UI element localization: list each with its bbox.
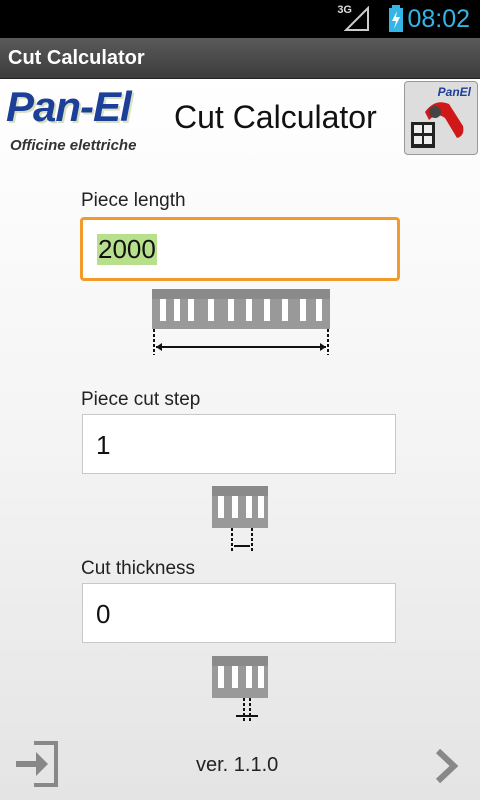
piece-length-diagram — [152, 289, 330, 355]
status-bar: 3G 08:02 — [0, 0, 480, 38]
cut-step-diagram — [212, 486, 268, 552]
page-title: Cut Calculator — [174, 99, 377, 135]
main-content: Pan-El Officine elettriche Cut Calculato… — [0, 79, 480, 800]
exit-icon[interactable] — [14, 739, 60, 789]
panel-logo: Pan-El Officine elettriche — [6, 83, 152, 157]
version-label: ver. 1.1.0 — [196, 754, 279, 776]
piece-cut-step-value: 1 — [96, 430, 111, 460]
action-bar: Cut Calculator — [0, 38, 480, 79]
panel-logo-text: Pan-El — [6, 83, 132, 130]
signal-icon — [344, 6, 369, 31]
chevron-right-icon[interactable] — [432, 747, 462, 785]
clock: 08:02 — [407, 5, 470, 33]
cut-thickness-input[interactable]: 0 — [82, 583, 396, 643]
piece-length-value: 2000 — [97, 234, 157, 265]
cut-thickness-value: 0 — [96, 599, 111, 629]
piece-cut-step-label: Piece cut step — [81, 389, 201, 410]
cut-thickness-diagram — [212, 656, 268, 722]
panel-logo-subtitle: Officine elettriche — [10, 137, 137, 154]
battery-icon — [389, 5, 403, 32]
app-icon: PanEl — [404, 81, 478, 155]
piece-length-label: Piece length — [81, 190, 186, 211]
piece-cut-step-input[interactable]: 1 — [82, 414, 396, 474]
cutter-icon — [411, 102, 464, 148]
piece-length-input[interactable]: 2000 — [80, 217, 400, 281]
action-bar-title: Cut Calculator — [8, 47, 145, 69]
cut-thickness-label: Cut thickness — [81, 558, 196, 579]
